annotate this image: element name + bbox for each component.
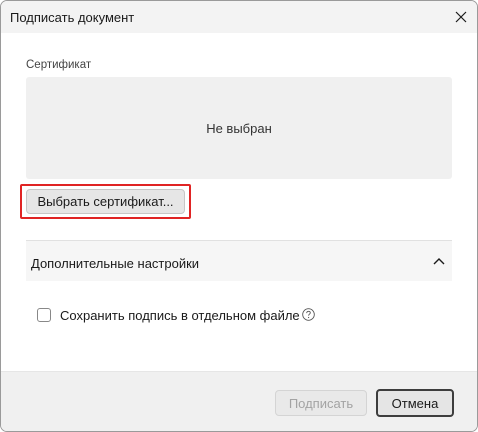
save-signature-label[interactable]: Сохранить подпись в отдельном файле: [60, 308, 300, 323]
select-certificate-button[interactable]: Выбрать сертификат...: [26, 189, 185, 214]
cancel-button[interactable]: Отмена: [376, 389, 454, 417]
help-icon[interactable]: [301, 307, 315, 321]
certificate-display-box: Не выбран: [26, 77, 452, 179]
save-signature-separate-file-option[interactable]: Сохранить подпись в отдельном файле: [37, 305, 315, 325]
title-bar: Подписать документ: [1, 1, 477, 33]
advanced-settings-title: Дополнительные настройки: [31, 256, 200, 271]
certificate-status: Не выбран: [206, 120, 272, 136]
sign-button[interactable]: Подписать: [275, 390, 367, 416]
chevron-up-icon[interactable]: [432, 255, 446, 267]
save-signature-checkbox[interactable]: [37, 308, 51, 322]
select-certificate-highlight: Выбрать сертификат...: [20, 184, 191, 219]
sign-document-dialog: Подписать документ Сертификат Не выбран …: [0, 0, 478, 432]
close-button[interactable]: [445, 1, 477, 33]
dialog-footer: Подписать Отмена: [1, 371, 477, 431]
close-icon: [455, 11, 467, 23]
advanced-settings-header[interactable]: Дополнительные настройки: [26, 241, 452, 281]
dialog-title: Подписать документ: [10, 10, 135, 25]
certificate-section-label: Сертификат: [26, 59, 92, 71]
